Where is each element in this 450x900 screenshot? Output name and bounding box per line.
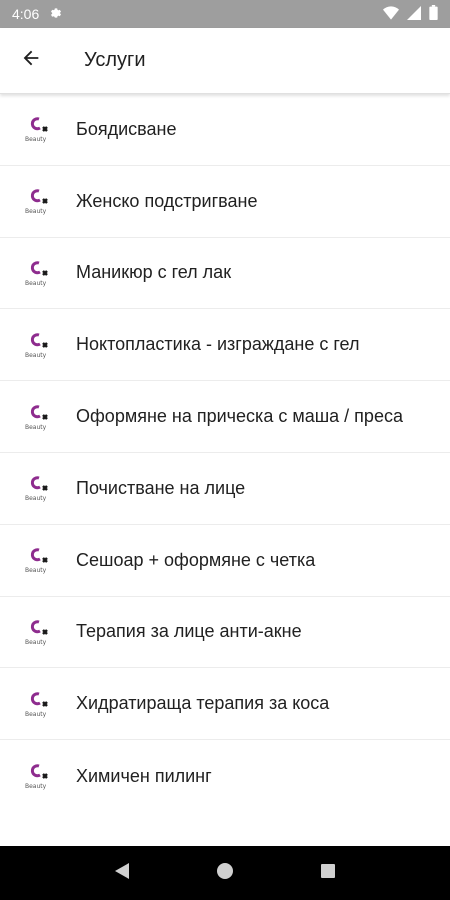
svg-text:Beauty: Beauty bbox=[25, 639, 47, 646]
page-title: Услуги bbox=[84, 49, 146, 71]
svg-text:Beauty: Beauty bbox=[25, 208, 47, 215]
svg-text:Beauty: Beauty bbox=[25, 352, 47, 359]
wifi-icon bbox=[383, 5, 399, 23]
svg-text:Beauty: Beauty bbox=[25, 495, 47, 502]
service-label: Женско подстригване bbox=[76, 190, 258, 211]
arrow-left-icon bbox=[20, 47, 42, 74]
service-label: Сешоар + оформяне с четка bbox=[76, 549, 316, 570]
status-bar: 4:06 bbox=[0, 0, 450, 28]
service-label: Оформяне на прическа с маша / преса bbox=[76, 406, 403, 427]
beauty-logo-icon: Beauty bbox=[22, 616, 54, 648]
beauty-logo-icon: Beauty bbox=[22, 688, 54, 720]
list-item[interactable]: Beauty Хидратираща терапия за коса bbox=[0, 668, 450, 741]
nav-back-button[interactable] bbox=[102, 853, 142, 893]
app-bar: Услуги bbox=[0, 28, 450, 94]
beauty-logo-icon: Beauty bbox=[22, 472, 54, 504]
list-item[interactable]: Beauty Ноктопластика - изграждане с гел bbox=[0, 309, 450, 382]
service-label: Ноктопластика - изграждане с гел bbox=[76, 334, 360, 355]
list-item[interactable]: Beauty Химичен пилинг bbox=[0, 740, 450, 812]
back-triangle-icon bbox=[114, 862, 130, 885]
service-label: Химичен пилинг bbox=[76, 765, 212, 786]
list-item[interactable]: Beauty Оформяне на прическа с маша / пре… bbox=[0, 381, 450, 453]
beauty-logo-icon: Beauty bbox=[22, 544, 54, 576]
back-button[interactable] bbox=[0, 28, 62, 94]
navigation-bar bbox=[0, 846, 450, 900]
list-item[interactable]: Beauty Боядисване bbox=[0, 94, 450, 166]
svg-text:Beauty: Beauty bbox=[25, 280, 47, 287]
nav-recents-button[interactable] bbox=[308, 853, 348, 893]
list-item[interactable]: Beauty Маникюр с гел лак bbox=[0, 238, 450, 310]
service-label: Хидратираща терапия за коса bbox=[76, 693, 330, 714]
list-item[interactable]: Beauty Сешоар + оформяне с четка bbox=[0, 525, 450, 597]
service-label: Маникюр с гел лак bbox=[76, 262, 232, 283]
status-time: 4:06 bbox=[12, 6, 40, 22]
recents-square-icon bbox=[320, 863, 336, 884]
svg-text:Beauty: Beauty bbox=[25, 136, 47, 143]
list-item[interactable]: Beauty Терапия за лице анти-акне bbox=[0, 597, 450, 669]
settings-icon bbox=[49, 6, 63, 23]
beauty-logo-icon: Beauty bbox=[22, 760, 54, 792]
list-item[interactable]: Beauty Женско подстригване bbox=[0, 166, 450, 238]
battery-icon bbox=[429, 5, 438, 23]
list-item[interactable]: Beauty Почистване на лице bbox=[0, 453, 450, 525]
svg-text:Beauty: Beauty bbox=[25, 783, 47, 790]
beauty-logo-icon: Beauty bbox=[22, 329, 54, 361]
home-circle-icon bbox=[216, 862, 234, 885]
svg-text:Beauty: Beauty bbox=[25, 424, 47, 431]
beauty-logo-icon: Beauty bbox=[22, 257, 54, 289]
service-label: Боядисване bbox=[76, 118, 177, 139]
beauty-logo-icon: Beauty bbox=[22, 113, 54, 145]
signal-icon bbox=[407, 5, 421, 23]
svg-text:Beauty: Beauty bbox=[25, 567, 47, 574]
beauty-logo-icon: Beauty bbox=[22, 401, 54, 433]
svg-text:Beauty: Beauty bbox=[25, 711, 47, 718]
service-label: Терапия за лице анти-акне bbox=[76, 621, 302, 642]
beauty-logo-icon: Beauty bbox=[22, 185, 54, 217]
service-label: Почистване на лице bbox=[76, 477, 246, 498]
services-list: Beauty Боядисване Beauty Женско подстриг… bbox=[0, 94, 450, 812]
nav-home-button[interactable] bbox=[205, 853, 245, 893]
